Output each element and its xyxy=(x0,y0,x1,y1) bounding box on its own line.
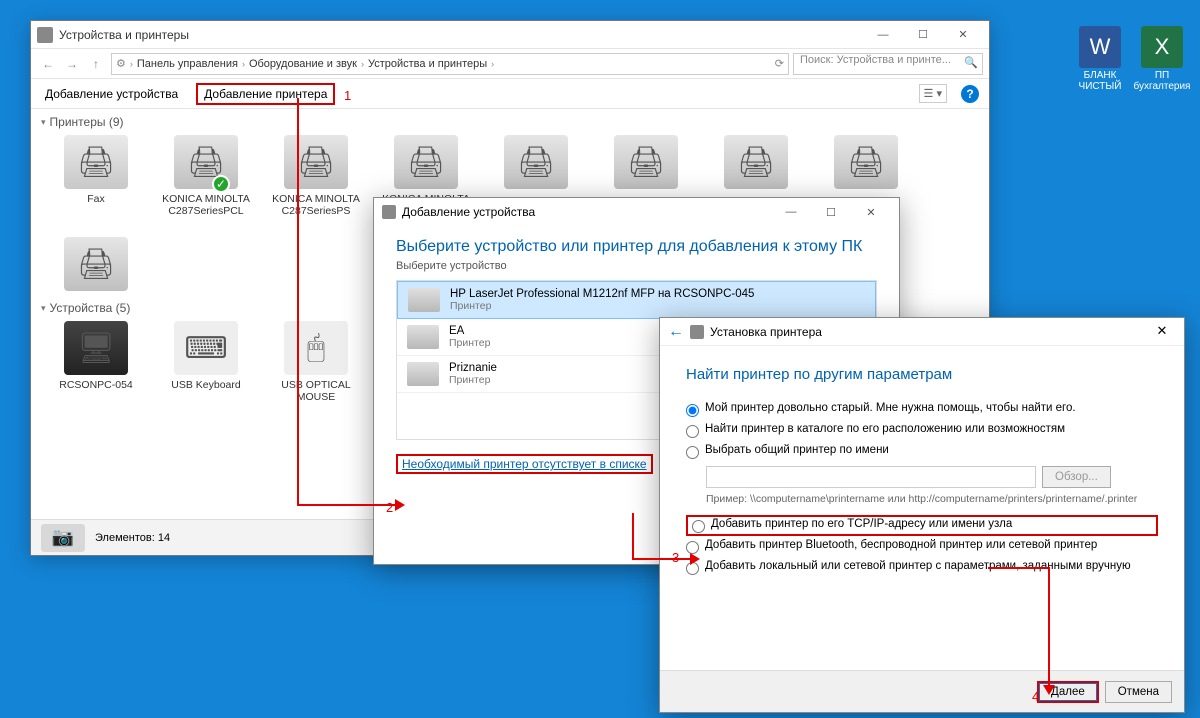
titlebar: Устройства и принтеры — ☐ ✕ xyxy=(31,21,989,49)
device-item[interactable]: 🖱USB OPTICAL MOUSE xyxy=(271,321,361,415)
annotation-line xyxy=(1048,567,1050,685)
device-list-item[interactable]: HP LaserJet Professional M1212nf MFP на … xyxy=(397,281,876,319)
window-title: Устройства и принтеры xyxy=(59,28,189,42)
toolbar: Добавление устройства Добавление принтер… xyxy=(31,79,989,109)
desktop-icon-label: ПП бухгалтерия xyxy=(1132,70,1192,92)
annotation-line xyxy=(297,98,299,506)
printer-icon: 🖨 xyxy=(724,135,788,189)
breadcrumb[interactable]: ⚙› Панель управления› Оборудование и зву… xyxy=(111,53,789,75)
search-input[interactable]: Поиск: Устройства и принте... xyxy=(793,53,983,75)
browse-button[interactable]: Обзор... xyxy=(1042,466,1111,488)
annotation-line xyxy=(632,558,690,560)
printer-icon xyxy=(407,362,439,386)
printer-item[interactable]: 🖨KONICA MINOLTA C287SeriesPS xyxy=(271,135,361,217)
radio-catalog[interactable]: Найти принтер в каталоге по его располож… xyxy=(686,420,1158,441)
dialog-heading: Выберите устройство или принтер для доба… xyxy=(396,238,877,256)
annotation-number: 3 xyxy=(672,550,679,565)
dialog-heading: Найти принтер по другим параметрам xyxy=(686,366,1158,383)
add-printer-button[interactable]: Добавление принтера xyxy=(196,83,335,105)
cancel-button[interactable]: Отмена xyxy=(1105,681,1172,703)
shared-printer-input[interactable] xyxy=(706,466,1036,488)
view-dropdown[interactable]: ☰ ▾ xyxy=(919,84,947,103)
window-icon xyxy=(37,27,53,43)
address-bar: ← → ↑ ⚙› Панель управления› Оборудование… xyxy=(31,49,989,79)
annotation-number: 1 xyxy=(344,88,351,103)
radio-tcpip[interactable]: Добавить принтер по его TCP/IP-адресу ил… xyxy=(686,515,1158,536)
excel-icon: X xyxy=(1141,26,1183,68)
printer-icon: 🖨✓ xyxy=(174,135,238,189)
status-count: Элементов: 14 xyxy=(95,532,170,544)
printer-icon: 🖨 xyxy=(64,237,128,291)
keyboard-icon: ⌨ xyxy=(174,321,238,375)
printer-icon xyxy=(408,288,440,312)
printer-item[interactable]: 🖨 xyxy=(51,237,141,295)
radio-bluetooth[interactable]: Добавить принтер Bluetooth, беспроводной… xyxy=(686,536,1158,557)
install-printer-dialog: ← Установка принтера ✕ Найти принтер по … xyxy=(659,317,1185,713)
radio-shared[interactable]: Выбрать общий принтер по имени xyxy=(686,441,1158,462)
maximize-button[interactable]: ☐ xyxy=(903,22,943,48)
desktop-icon-word[interactable]: W БЛАНК ЧИСТЫЙ xyxy=(1070,26,1130,92)
annotation-line xyxy=(297,504,395,506)
up-button[interactable]: ↑ xyxy=(85,53,107,75)
device-item[interactable]: ⌨USB Keyboard xyxy=(161,321,251,415)
forward-button[interactable]: → xyxy=(61,53,83,75)
printers-section-header[interactable]: ▾Принтеры (9) xyxy=(31,109,989,135)
printer-icon: 🖨 xyxy=(394,135,458,189)
device-item[interactable]: 🖥RCSONPC-054 xyxy=(51,321,141,415)
minimize-button[interactable]: — xyxy=(863,22,903,48)
close-button[interactable]: ✕ xyxy=(851,199,891,225)
radio-local[interactable]: Добавить локальный или сетевой принтер с… xyxy=(686,557,1158,578)
dialog-titlebar: ← Установка принтера ✕ xyxy=(660,318,1184,346)
printer-icon: 🖨 xyxy=(614,135,678,189)
printer-icon xyxy=(690,325,704,339)
annotation-line xyxy=(988,567,1050,569)
annotation-arrowhead xyxy=(1043,685,1055,695)
printer-icon: 🖨 xyxy=(504,135,568,189)
desktop-icon-label: БЛАНК ЧИСТЫЙ xyxy=(1070,70,1130,92)
word-icon: W xyxy=(1079,26,1121,68)
annotation-number: 4 xyxy=(1032,689,1039,704)
annotation-number: 2 xyxy=(386,500,393,515)
close-button[interactable]: ✕ xyxy=(1144,320,1180,342)
dialog-title: Установка принтера xyxy=(710,325,822,339)
status-thumb-icon: 📷 xyxy=(41,524,85,552)
help-icon[interactable]: ? xyxy=(961,85,979,103)
radio-old-printer[interactable]: Мой принтер довольно старый. Мне нужна п… xyxy=(686,399,1158,420)
annotation-line xyxy=(632,513,634,560)
printer-icon xyxy=(407,325,439,349)
dialog-titlebar: Добавление устройства — ☐ ✕ xyxy=(374,198,899,226)
mouse-icon: 🖱 xyxy=(284,321,348,375)
example-text: Пример: \\computername\printername или h… xyxy=(706,492,1158,507)
printer-not-listed-link[interactable]: Необходимый принтер отсутствует в списке xyxy=(396,454,653,474)
printer-icon: 🖨 xyxy=(834,135,898,189)
dialog-footer: Далее Отмена xyxy=(660,670,1184,712)
fax-icon: 🖨 xyxy=(64,135,128,189)
dialog-subtext: Выберите устройство xyxy=(396,260,877,272)
back-button[interactable]: ← xyxy=(37,53,59,75)
desktop-icon-excel[interactable]: X ПП бухгалтерия xyxy=(1132,26,1192,92)
printer-item[interactable]: 🖨Fax xyxy=(51,135,141,217)
back-button[interactable]: ← xyxy=(668,323,684,341)
dialog-title: Добавление устройства xyxy=(402,205,535,219)
printer-item[interactable]: 🖨✓KONICA MINOLTA C287SeriesPCL xyxy=(161,135,251,217)
add-device-button[interactable]: Добавление устройства xyxy=(41,83,182,105)
dialog-icon xyxy=(382,205,396,219)
annotation-arrowhead xyxy=(395,499,405,511)
annotation-arrowhead xyxy=(690,553,700,565)
maximize-button[interactable]: ☐ xyxy=(811,199,851,225)
printer-icon: 🖨 xyxy=(284,135,348,189)
pc-icon: 🖥 xyxy=(64,321,128,375)
minimize-button[interactable]: — xyxy=(771,199,811,225)
close-button[interactable]: ✕ xyxy=(943,22,983,48)
